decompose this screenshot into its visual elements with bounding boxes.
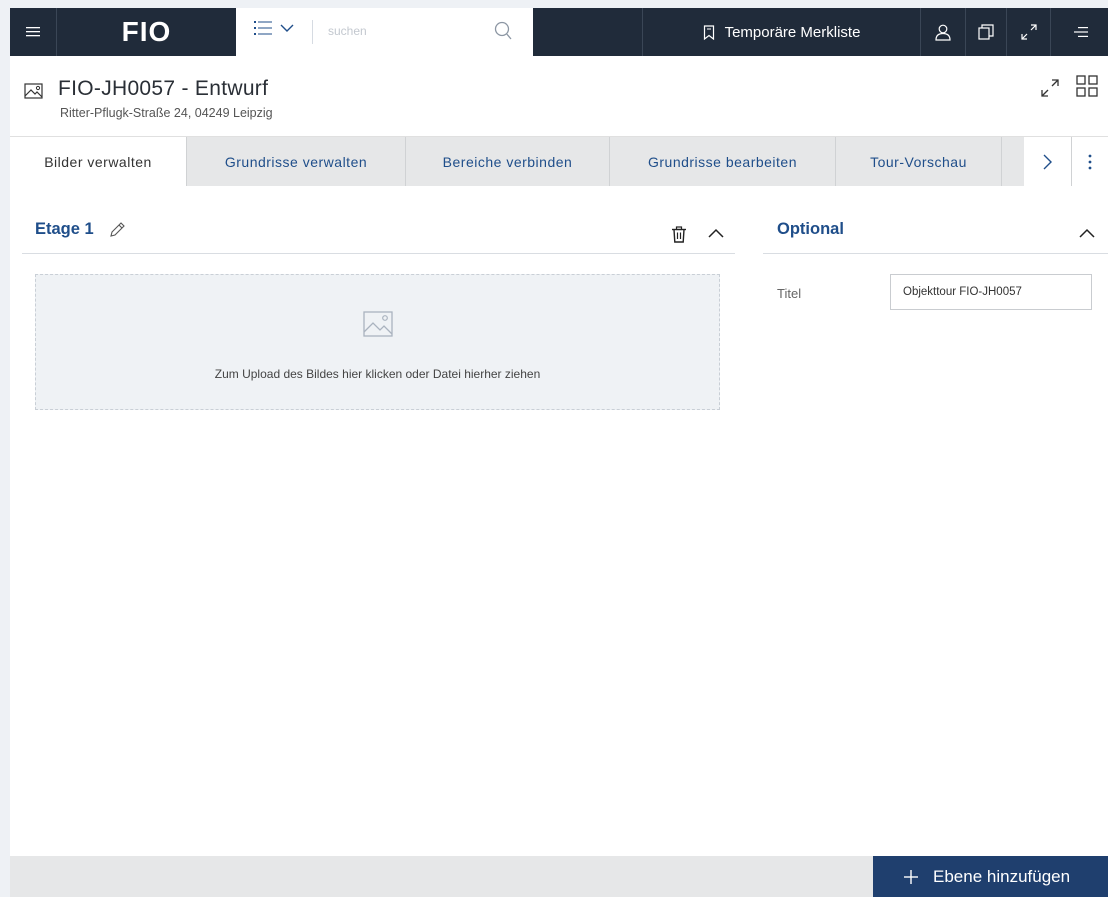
search-input[interactable]: suchen xyxy=(328,24,367,38)
more-vertical-icon xyxy=(1088,154,1092,169)
property-address: Ritter-Pflugk-Straße 24, 04249 Leipzig xyxy=(60,106,273,120)
fio-logo[interactable]: FIO xyxy=(57,8,236,56)
tab-bar: Bilder verwalten Grundrisse verwalten Be… xyxy=(10,136,1108,186)
title-field-label: Titel xyxy=(777,286,802,301)
image-placeholder-icon xyxy=(363,311,393,337)
add-level-button[interactable]: Ebene hinzufügen xyxy=(873,856,1108,897)
side-menu-button[interactable] xyxy=(1051,8,1108,56)
page-header: FIO-JH0057 - Entwurf Ritter-Pflugk-Straß… xyxy=(10,56,1108,136)
title-field[interactable] xyxy=(890,274,1092,310)
search-icon[interactable] xyxy=(494,21,512,41)
user-profile-button[interactable] xyxy=(921,8,965,56)
bookmark-icon xyxy=(703,24,714,40)
tab-grundrisse-verwalten[interactable]: Grundrisse verwalten xyxy=(187,137,406,186)
hamburger-icon xyxy=(26,27,40,37)
windows-button[interactable] xyxy=(966,8,1006,56)
logo-text: FIO xyxy=(121,16,172,47)
trash-icon[interactable] xyxy=(671,226,687,243)
chevron-right-icon xyxy=(1043,154,1052,169)
pencil-icon[interactable] xyxy=(108,221,126,239)
tab-bereiche-verbinden[interactable]: Bereiche verbinden xyxy=(406,137,610,186)
hamburger-menu-button[interactable] xyxy=(10,8,56,56)
list-icon xyxy=(254,21,272,35)
windows-icon xyxy=(978,24,994,40)
tab-bilder-verwalten[interactable]: Bilder verwalten xyxy=(10,137,187,186)
image-icon xyxy=(24,83,43,99)
tab-scroll-next-button[interactable] xyxy=(1024,137,1072,186)
fullscreen-button[interactable] xyxy=(1007,8,1050,56)
optional-divider xyxy=(763,253,1108,254)
collapse-floor-chevron-up-icon[interactable] xyxy=(708,228,724,238)
upload-hint-text: Zum Upload des Bildes hier klicken oder … xyxy=(214,367,541,381)
page-title: FIO-JH0057 - Entwurf xyxy=(58,77,269,100)
expand-icon xyxy=(1020,24,1037,40)
grid-view-icon[interactable] xyxy=(1076,75,1098,97)
image-upload-dropzone[interactable]: Zum Upload des Bildes hier klicken oder … xyxy=(35,274,720,410)
tab-tour-vorschau[interactable]: Tour-Vorschau xyxy=(836,137,1002,186)
top-navigation-bar: FIO suchen Temporäre Merkliste xyxy=(10,8,1108,56)
watchlist-label: Temporäre Merkliste xyxy=(724,23,861,41)
search-scope-dropdown[interactable] xyxy=(254,20,294,36)
menu-lines-icon xyxy=(1073,27,1088,37)
expand-icon[interactable] xyxy=(1040,78,1060,98)
floor-title: Etage 1 xyxy=(35,220,94,238)
tab-grundrisse-bearbeiten[interactable]: Grundrisse bearbeiten xyxy=(610,137,836,186)
app-window: FIO suchen Temporäre Merkliste FIO-JH005… xyxy=(10,8,1108,897)
optional-section-title: Optional xyxy=(777,220,844,238)
add-level-label: Ebene hinzufügen xyxy=(933,866,1071,886)
tab-more-button[interactable] xyxy=(1072,137,1108,186)
chevron-down-icon xyxy=(280,24,294,32)
floor-divider xyxy=(22,253,735,254)
temporary-watchlist-button[interactable]: Temporäre Merkliste xyxy=(643,8,920,56)
search-box: suchen xyxy=(236,8,533,56)
collapse-optional-chevron-up-icon[interactable] xyxy=(1079,228,1095,238)
user-icon xyxy=(935,24,951,41)
plus-icon xyxy=(904,869,918,884)
